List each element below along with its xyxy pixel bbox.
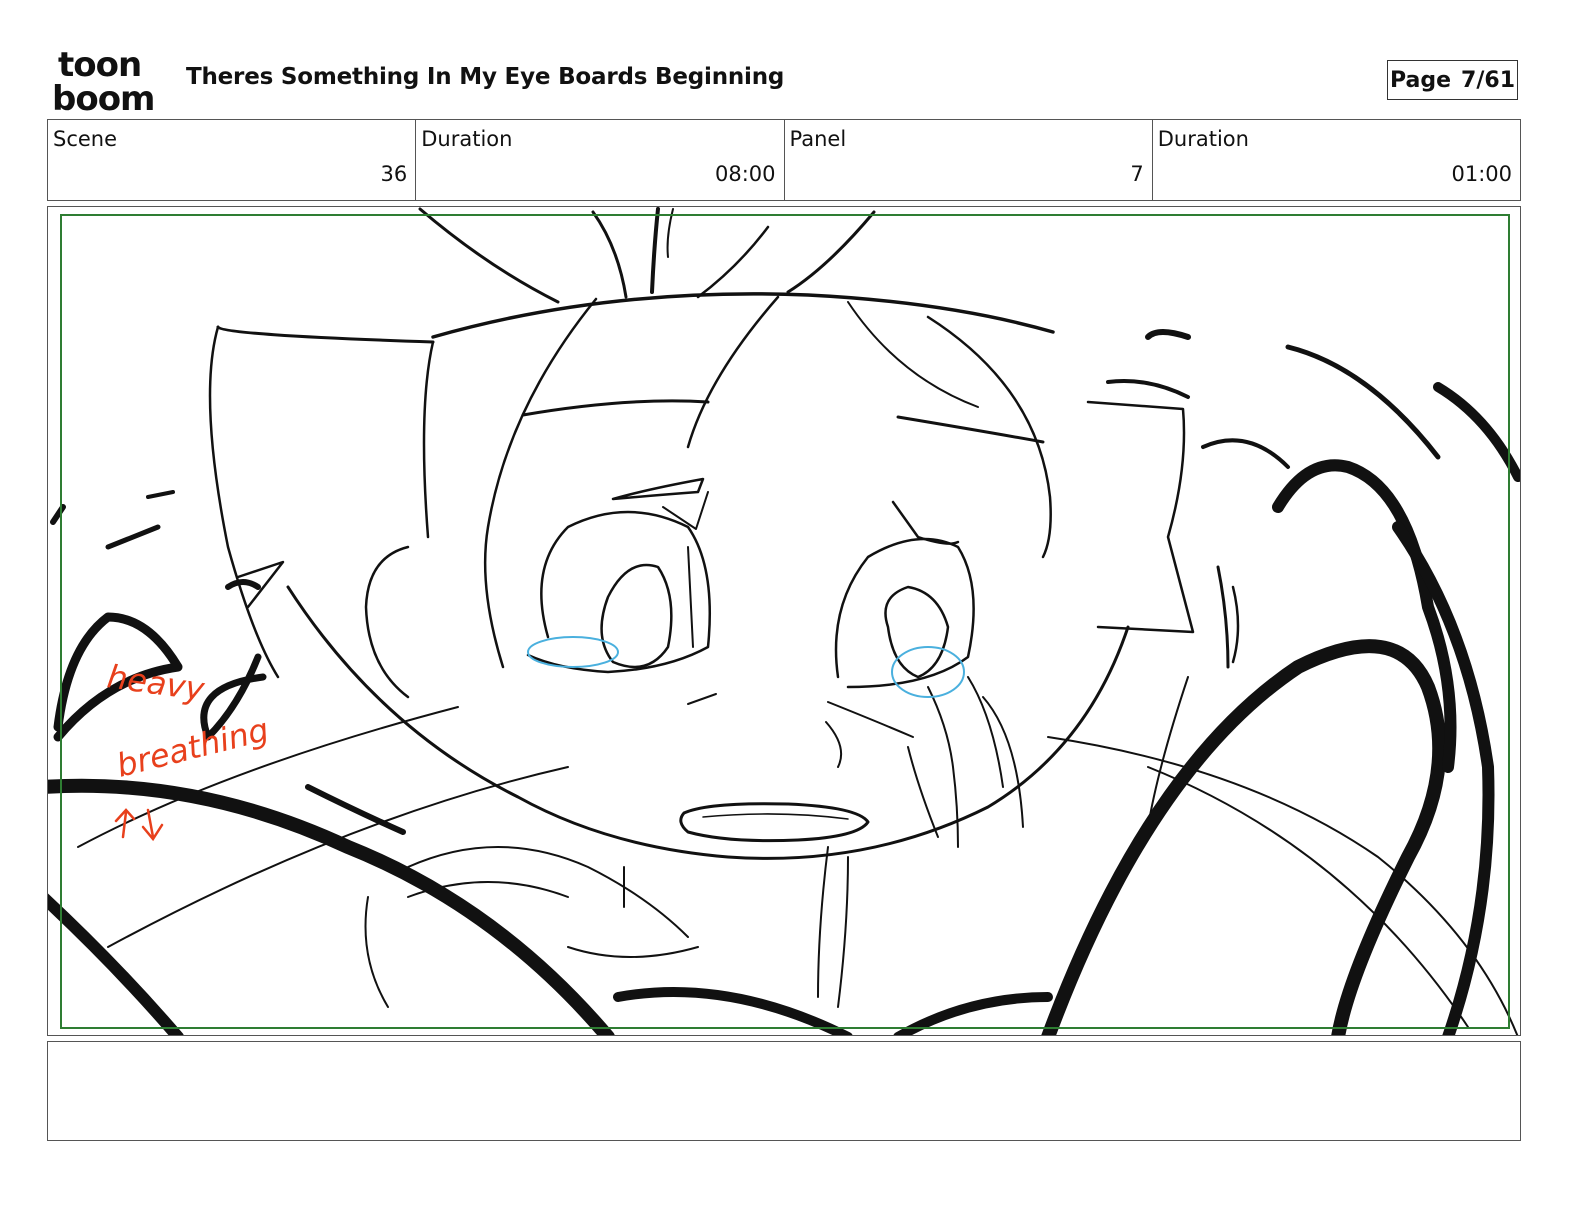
character-sketch [48,207,1520,1035]
toon-boom-logo: toon boom [52,46,155,114]
panel-cell: Panel 7 [785,120,1153,200]
panel-duration-value: 01:00 [1451,162,1512,186]
scene-info-table: Scene 36 Duration 08:00 Panel 7 Duration… [47,119,1521,201]
page-label: Page [1389,67,1452,93]
annotation-heavy: heavy [105,657,208,708]
panel-number: 7 [1130,162,1144,186]
tear-marks [527,636,965,698]
annotation-breathing: breathing [113,710,273,784]
panel-label: Panel [789,127,847,151]
panel-sketch: heavy breathing [48,207,1520,1035]
storyboard-panel: heavy breathing [47,206,1521,1036]
scene-number: 36 [380,162,408,186]
page-indicator: Page 7/61 [1387,60,1518,100]
tear-left [527,636,619,668]
scene-duration-cell: Duration 08:00 [416,120,785,200]
scene-duration-value: 08:00 [714,162,776,186]
panel-duration-cell: Duration 01:00 [1153,120,1520,200]
document-title: Theres Something In My Eye Boards Beginn… [186,64,785,90]
scene-duration-label: Duration [421,127,513,151]
panel-duration-label: Duration [1157,127,1249,151]
scene-label: Scene [53,127,118,151]
logo-line-2: boom [52,79,154,114]
scene-cell: Scene 36 [48,120,417,200]
page-number: 7/61 [1461,67,1516,93]
panel-notes-box [47,1041,1521,1141]
